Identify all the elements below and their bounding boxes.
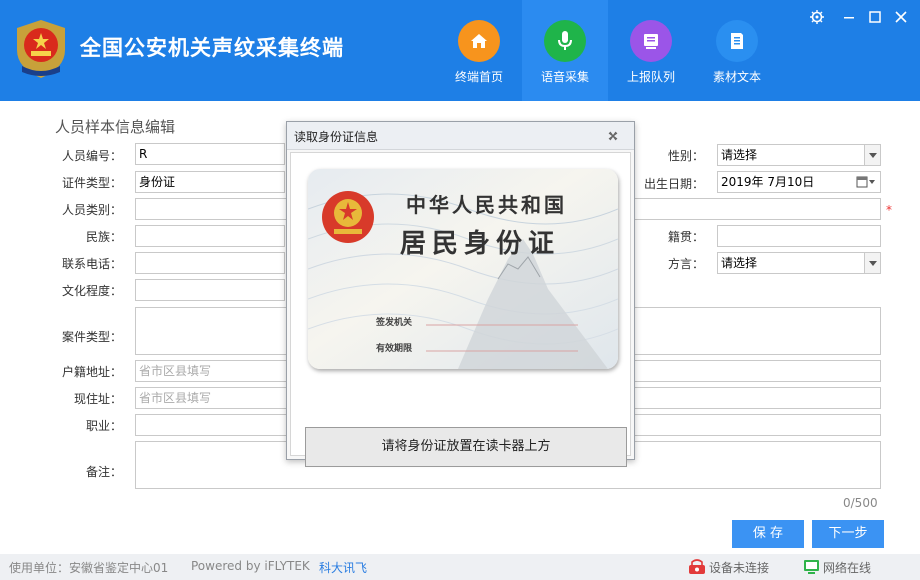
id-card-image: 中华人民共和国 居民身份证 签发机关 有效期限 <box>308 169 618 369</box>
nav-voice-capture[interactable]: 语音采集 <box>522 0 608 101</box>
nav-home[interactable]: 终端首页 <box>436 0 522 101</box>
ethnicity-select[interactable] <box>135 225 285 247</box>
id-type-select[interactable]: 身份证 <box>135 171 285 193</box>
required-mark: * <box>886 203 892 217</box>
ethnicity-label: 民族： <box>85 230 122 244</box>
brand-link[interactable]: 科大讯飞 <box>319 559 367 576</box>
network-status-icon <box>804 560 819 574</box>
id-card-title-text: 居民身份证 <box>400 229 561 259</box>
phone-label: 联系电话： <box>61 257 122 271</box>
dialog-header: 读取身份证信息 <box>287 122 634 150</box>
form-title: 人员样本信息编辑 <box>55 118 176 136</box>
current-address-label: 现住址： <box>73 392 122 406</box>
app-title: 全国公安机关声纹采集终端 <box>80 36 344 60</box>
gender-value: 请选择 <box>721 148 758 162</box>
id-type-label: 证件类型： <box>61 176 122 190</box>
minimize-icon[interactable] <box>841 9 857 25</box>
nav-upload-queue[interactable]: 上报队列 <box>608 0 694 101</box>
nav-label: 素材文本 <box>712 70 761 84</box>
gender-select[interactable]: 请选择 <box>717 144 881 166</box>
current-address-placeholder: 省市区县填写 <box>139 391 212 405</box>
nav-label: 语音采集 <box>540 70 589 84</box>
case-type-label: 案件类型： <box>61 330 122 344</box>
id-card-authority-label: 签发机关 <box>376 318 413 328</box>
birth-date-picker[interactable]: 2019年 7月10日 <box>717 171 881 193</box>
phone-input[interactable] <box>135 252 285 274</box>
nav-material-text[interactable]: 素材文本 <box>694 0 780 101</box>
id-card-country-text: 中华人民共和国 <box>406 193 567 217</box>
chevron-down-icon <box>864 253 880 273</box>
household-address-label: 户籍地址： <box>61 365 122 379</box>
status-bar: 使用单位：安徽省鉴定中心01 Powered by iFLYTEK 科大讯飞 设… <box>0 554 920 580</box>
device-status-text: 设备未连接 <box>709 561 770 575</box>
microphone-icon <box>544 20 586 62</box>
education-select[interactable] <box>135 279 285 301</box>
chevron-down-icon <box>864 145 880 165</box>
upload-queue-icon <box>630 20 672 62</box>
occupation-label: 职业： <box>85 419 122 433</box>
network-status-text: 网络在线 <box>823 561 872 575</box>
remarks-counter: 0/500 <box>843 496 878 510</box>
dialect-select[interactable]: 请选择 <box>717 252 881 274</box>
app-header: 全国公安机关声纹采集终端 终端首页 语音采集 上报队列 素材文本 <box>0 0 920 101</box>
calendar-icon <box>856 176 875 188</box>
id-card-validity-label: 有效期限 <box>376 344 413 354</box>
close-icon[interactable] <box>893 9 909 25</box>
powered-by-text: Powered by iFLYTEK <box>191 559 310 573</box>
place-card-button[interactable]: 请将身份证放置在读卡器上方 <box>305 427 627 467</box>
document-icon <box>716 20 758 62</box>
police-emblem-icon <box>17 20 65 78</box>
maximize-icon[interactable] <box>867 9 883 25</box>
person-id-label: 人员编号： <box>61 149 122 163</box>
birth-date-label: 出生日期： <box>643 177 704 191</box>
gender-label: 性别： <box>667 149 704 163</box>
save-button[interactable]: 保 存 <box>732 520 804 548</box>
dialog-body: 中华人民共和国 居民身份证 签发机关 有效期限 请将身份证放置在读卡器上方 <box>290 152 631 467</box>
education-label: 文化程度： <box>61 284 122 298</box>
next-button[interactable]: 下一步 <box>812 520 884 548</box>
remarks-label: 备注： <box>85 465 122 479</box>
native-place-input[interactable] <box>717 225 881 247</box>
read-id-card-dialog: 读取身份证信息 中华人民共和国 居民身份证 签发机关 有效期限 请将身份证放置在… <box>286 121 635 467</box>
id-type-value: 身份证 <box>139 175 176 189</box>
dialect-label: 方言： <box>667 257 704 271</box>
person-category-label: 人员类别： <box>61 203 122 217</box>
device-status-icon <box>689 559 705 574</box>
home-icon <box>458 20 500 62</box>
nav-label: 上报队列 <box>626 70 675 84</box>
unit-text: 使用单位：安徽省鉴定中心01 <box>9 561 169 575</box>
close-icon[interactable] <box>605 128 621 144</box>
birth-date-value: 2019年 7月10日 <box>721 175 815 189</box>
person-id-input[interactable]: R <box>135 143 285 165</box>
dialog-title: 读取身份证信息 <box>294 130 379 144</box>
dialect-value: 请选择 <box>721 256 758 270</box>
main-nav: 终端首页 语音采集 上报队列 素材文本 <box>436 0 780 101</box>
native-place-label: 籍贯： <box>667 230 704 244</box>
settings-icon[interactable] <box>809 9 825 25</box>
nav-label: 终端首页 <box>454 70 503 84</box>
household-address-placeholder: 省市区县填写 <box>139 364 212 378</box>
